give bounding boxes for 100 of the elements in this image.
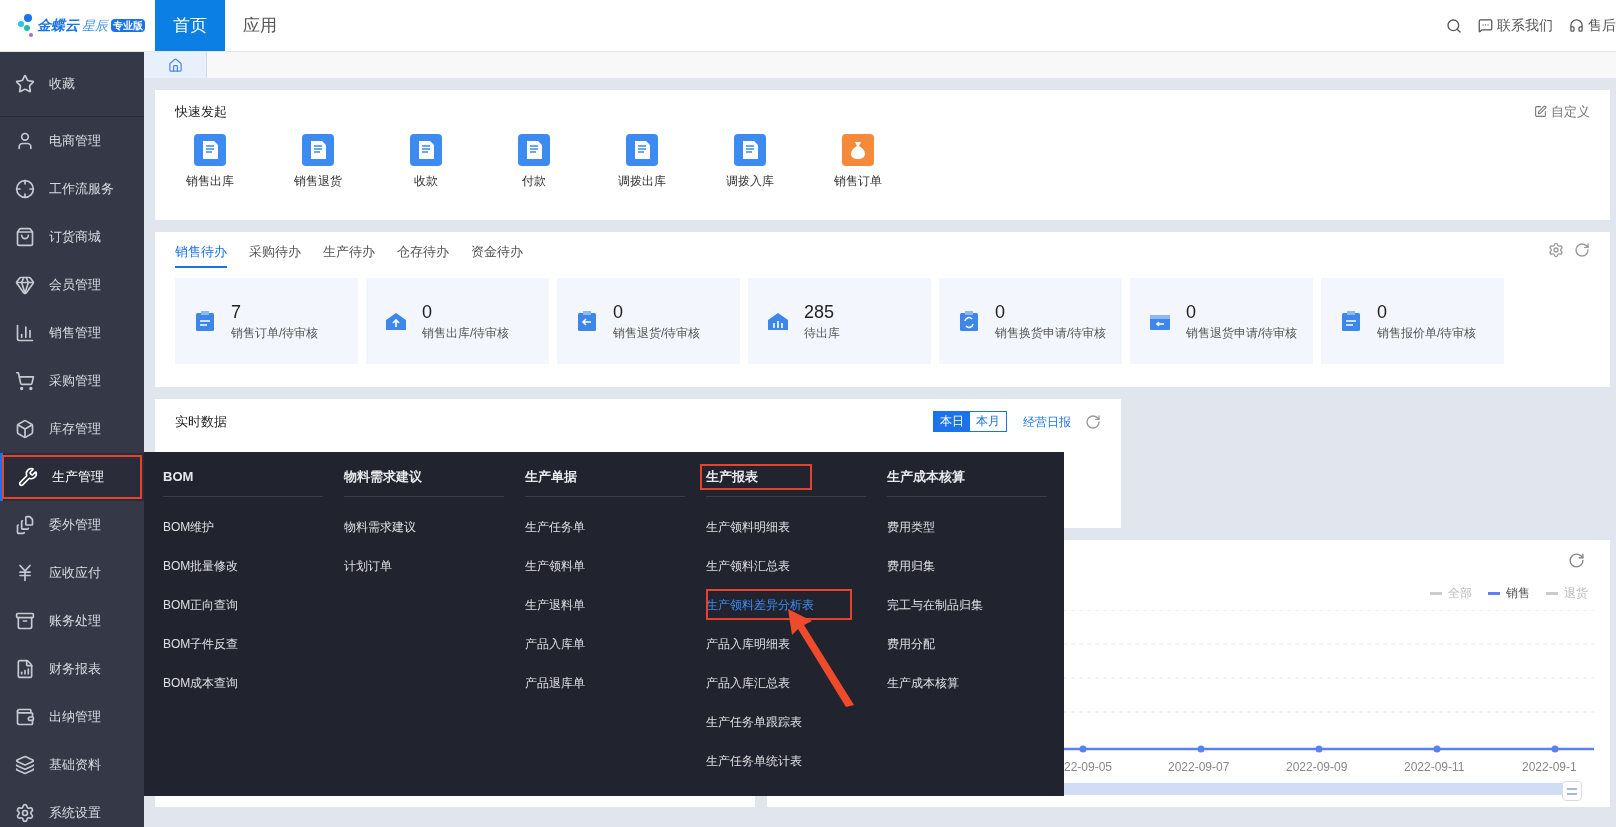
todo-tab[interactable]: 采购待办: [249, 242, 301, 268]
headset-icon: [1569, 18, 1584, 33]
todo-icon: [193, 308, 217, 333]
header-link[interactable]: 联系我们: [1478, 15, 1553, 36]
quick-action[interactable]: 付款: [480, 133, 588, 190]
sidebar-item[interactable]: 出纳管理: [0, 693, 144, 741]
menu-item[interactable]: 生产任务单: [525, 507, 585, 546]
menu-item[interactable]: BOM维护: [163, 507, 215, 546]
sidebar-item[interactable]: 电商管理: [0, 117, 144, 165]
todo-tile[interactable]: 0 销售换货申请/待审核: [939, 277, 1122, 364]
axis-label: 2022-09-09: [1286, 759, 1348, 776]
todo-tile[interactable]: 285 待出库: [748, 277, 931, 364]
menu-item[interactable]: BOM批量修改: [163, 546, 239, 585]
data-point: [1551, 745, 1559, 753]
menu-item[interactable]: BOM成本查询: [163, 663, 239, 702]
menu-item[interactable]: 产品入库明细表: [706, 624, 790, 663]
menu-icon: [15, 659, 35, 679]
menu-icon: [15, 275, 35, 295]
axis-label: 2022-09-11: [1404, 759, 1465, 776]
menu-item[interactable]: 产品退库单: [525, 663, 585, 702]
menu-item[interactable]: 生产领料明细表: [706, 507, 790, 546]
refresh-icon[interactable]: [1085, 413, 1101, 430]
menu-item[interactable]: 生产领料汇总表: [706, 546, 790, 585]
card-title: 快速发起: [175, 103, 227, 121]
menu-item[interactable]: 费用类型: [887, 507, 935, 546]
menu-item[interactable]: 生产任务单跟踪表: [706, 702, 802, 741]
sidebar-item[interactable]: 应收应付: [0, 549, 144, 597]
quick-action[interactable]: 销售退货: [264, 133, 372, 190]
menu-icon: [15, 515, 35, 535]
money-bag-icon: [842, 133, 874, 166]
todo-tile[interactable]: 0 销售退货申请/待审核: [1130, 277, 1313, 364]
nav-tab[interactable]: 首页: [155, 0, 225, 51]
nav-tab[interactable]: 应用: [225, 0, 295, 51]
legend-item[interactable]: 销售: [1488, 584, 1530, 602]
todo-tile[interactable]: 0 销售报价单/待审核: [1321, 277, 1504, 364]
menu-item[interactable]: 物料需求建议: [344, 507, 416, 546]
customize-link[interactable]: 自定义: [1534, 102, 1590, 122]
menu-item[interactable]: BOM正向查询: [163, 585, 239, 624]
quick-action[interactable]: 收款: [372, 133, 480, 190]
home-tab[interactable]: [144, 52, 207, 78]
menu-item[interactable]: 费用归集: [887, 546, 935, 585]
todo-tab[interactable]: 仓存待办: [397, 242, 449, 268]
menu-column-title: 生产单据: [524, 468, 578, 486]
menu-item[interactable]: 完工与在制品归集: [887, 585, 983, 624]
todo-tab[interactable]: 销售待办: [175, 242, 227, 268]
range-toggle[interactable]: 本日: [934, 412, 970, 431]
settings-icon[interactable]: [1548, 242, 1564, 258]
todo-tab[interactable]: 资金待办: [471, 242, 523, 268]
header-link[interactable]: 售后: [1569, 15, 1616, 36]
menu-item[interactable]: 计划订单: [344, 546, 392, 585]
sidebar-item[interactable]: 收藏: [0, 52, 144, 117]
search-icon[interactable]: [1446, 17, 1462, 34]
quick-action[interactable]: 销售出库: [156, 133, 264, 190]
menu-item[interactable]: BOM子件反查: [163, 624, 239, 663]
menu-icon: [15, 611, 35, 631]
menu-column-title: 生产报表: [702, 466, 810, 488]
sidebar-item[interactable]: 系统设置: [0, 789, 144, 827]
menu-item[interactable]: 费用分配: [887, 624, 935, 663]
menu-item[interactable]: 产品入库单: [525, 624, 585, 663]
todo-icon: [575, 308, 599, 333]
sidebar-item[interactable]: 销售管理: [0, 309, 144, 357]
sidebar-item[interactable]: 委外管理: [0, 501, 144, 549]
menu-icon: [18, 467, 38, 487]
menu-icon: [15, 74, 35, 94]
sidebar-item[interactable]: 订货商城: [0, 213, 144, 261]
refresh-icon[interactable]: [1568, 552, 1585, 569]
todo-tile[interactable]: 0 销售出库/待审核: [366, 277, 549, 364]
sidebar-item[interactable]: 采购管理: [0, 357, 144, 405]
menu-icon: [15, 227, 35, 247]
axis-label: 2022-09-07: [1168, 759, 1230, 776]
menu-item[interactable]: 产品入库汇总表: [706, 663, 790, 702]
sidebar-item[interactable]: 工作流服务: [0, 165, 144, 213]
menu-column-title: 生产成本核算: [886, 468, 966, 486]
sidebar-item[interactable]: 财务报表: [0, 645, 144, 693]
refresh-icon[interactable]: [1574, 242, 1590, 258]
data-point: [1315, 745, 1323, 753]
todo-icon: [957, 308, 981, 333]
menu-item[interactable]: 生产领料单: [525, 546, 585, 585]
home-icon: [167, 57, 183, 73]
menu-icon: [15, 419, 35, 439]
menu-item[interactable]: 生产成本核算: [887, 663, 959, 702]
quick-action[interactable]: 调拨出库: [588, 133, 696, 190]
sidebar-item[interactable]: 库存管理: [0, 405, 144, 453]
todo-tile[interactable]: 7 销售订单/待审核: [175, 277, 358, 364]
todo-tab[interactable]: 生产待办: [323, 242, 375, 268]
data-point: [1197, 745, 1205, 753]
sidebar-item[interactable]: 生产管理: [0, 453, 144, 501]
document-icon: [734, 133, 766, 166]
sidebar-item[interactable]: 账务处理: [0, 597, 144, 645]
menu-item[interactable]: 生产任务单统计表: [706, 741, 802, 780]
slider-handle[interactable]: [1562, 781, 1582, 801]
quick-action[interactable]: 调拨入库: [696, 133, 804, 190]
todo-tile[interactable]: 0 销售退货/待审核: [557, 277, 740, 364]
document-icon: [194, 133, 226, 166]
quick-action[interactable]: 销售订单: [804, 133, 912, 190]
sidebar-item[interactable]: 基础资料: [0, 741, 144, 789]
sidebar-item[interactable]: 会员管理: [0, 261, 144, 309]
menu-item[interactable]: 生产退料单: [525, 585, 585, 624]
report-link[interactable]: 经营日报: [1023, 412, 1071, 431]
menu-icon: [15, 323, 35, 343]
